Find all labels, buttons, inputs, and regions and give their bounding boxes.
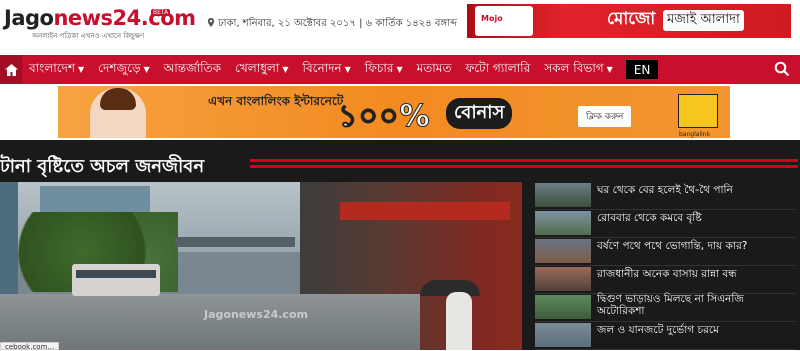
nav-item-feature[interactable]: ফিচার ▼ — [358, 55, 410, 84]
chevron-down-icon: ▼ — [396, 65, 403, 74]
headline-divider — [250, 165, 798, 168]
location-pin-icon — [207, 18, 215, 27]
logo-tagline: অনলাইন পত্রিকা এখনও এখানে কিছুক্ষণ — [32, 32, 145, 40]
chevron-down-icon: ▼ — [344, 65, 351, 74]
nav-item-sports[interactable]: খেলাধুলা ▼ — [228, 55, 295, 84]
list-item[interactable]: বর্ষণে পথে পথে ভোগান্তি, দায় কার? — [535, 238, 795, 266]
news-title: বর্ষণে পথে পথে ভোগান্তি, দায় কার? — [597, 240, 748, 252]
home-icon — [4, 63, 18, 76]
chevron-down-icon: ▼ — [77, 65, 85, 74]
logo-beta-badge: BETA — [151, 9, 171, 16]
bottle-image: Mojo — [475, 6, 533, 36]
chevron-down-icon: ▼ — [606, 65, 613, 74]
news-title: রোববার থেকে কমবে বৃষ্টি — [597, 212, 702, 224]
ad-slogan-text: মজাই আলাদা — [663, 10, 744, 31]
bus-image — [72, 264, 160, 296]
news-thumbnail — [535, 323, 591, 347]
logo-jago: Jago — [4, 6, 54, 30]
list-item[interactable]: রাজধানীর অনেক বাসায় রান্না বন্ধ — [535, 266, 795, 294]
news-thumbnail — [535, 239, 591, 263]
news-title: রাজধানীর অনেক বাসায় রান্না বন্ধ — [597, 268, 737, 280]
list-item[interactable]: দ্বিগুণ ভাড়ায়ও মিলছে না সিএনজি অটোরিকশ… — [535, 293, 795, 322]
main-nav: বাংলাদেশ ▼ দেশজুড়ে ▼ আন্তর্জাতিক খেলাধুলা… — [0, 55, 800, 84]
site-logo[interactable]: Jagonews24.com BETA অনলাইন পত্রিকা এখনও … — [4, 6, 196, 40]
list-item[interactable]: রোববার থেকে কমবে বৃষ্টি — [535, 210, 795, 238]
search-icon[interactable] — [774, 61, 790, 77]
lead-photo[interactable]: Jagonews24.com — [0, 182, 522, 350]
banglalink-logo: banglalink — [678, 94, 718, 138]
dateline: ঢাকা, শনিবার, ২১ অক্টোবর ২০১৭ | ৬ কার্তি… — [207, 16, 457, 33]
chevron-down-icon: ▼ — [143, 65, 150, 74]
ad-percent: ১০০% — [338, 99, 431, 135]
nav-item-opinion[interactable]: মতামত — [410, 55, 459, 84]
nav-item-international[interactable]: আন্তর্জাতিক — [157, 55, 228, 84]
date-text: ঢাকা, শনিবার, ২১ অক্টোবর ২০১৭ | ৬ কার্তি… — [218, 18, 458, 29]
person-image — [446, 292, 472, 350]
news-title: দ্বিগুণ ভাড়ায়ও মিলছে না সিএনজি অটোরিকশ… — [597, 293, 744, 317]
ad-bonus: বোনাস — [446, 98, 513, 129]
nav-item-entertainment[interactable]: বিনোদন ▼ — [296, 55, 358, 84]
news-thumbnail — [535, 211, 591, 235]
nav-item-photo-gallery[interactable]: ফটো গ্যালারি — [458, 55, 537, 84]
ad-woman-image — [90, 88, 146, 138]
top-header: Jagonews24.com BETA অনলাইন পত্রিকা এখনও … — [0, 0, 800, 44]
list-item[interactable]: জল ও যানজটে দুর্ভোগ চরমে — [535, 322, 795, 350]
lead-headline[interactable]: টানা বৃষ্টিতে অচল জনজীবন — [0, 152, 204, 183]
photo-watermark: Jagonews24.com — [204, 308, 308, 321]
nav-item-deshjure[interactable]: দেশজুড়ে ▼ — [91, 55, 157, 84]
home-button[interactable] — [0, 55, 22, 84]
news-thumbnail — [535, 183, 591, 207]
headline-divider — [250, 159, 798, 162]
banglalink-ad-banner[interactable]: এখন বাংলালিংক ইন্টারনেটে ১০০% বোনাস ক্লি… — [58, 86, 730, 138]
ad-brand-text: মোজো — [607, 9, 656, 29]
news-thumbnail — [535, 267, 591, 291]
news-title: জল ও যানজটে দুর্ভোগ চরমে — [597, 324, 719, 336]
list-item[interactable]: ঘর থেকে বের হলেই থৈ-থৈ পানি — [535, 182, 795, 210]
language-en-button[interactable]: EN — [625, 60, 659, 79]
nav-item-bangladesh[interactable]: বাংলাদেশ ▼ — [22, 55, 91, 84]
ad-click-button[interactable]: ক্লিক করুন — [578, 106, 632, 127]
logo-news: news24.com — [53, 6, 196, 30]
browser-status-bar: cebook.com... — [0, 342, 60, 351]
nav-item-all-sections[interactable]: সকল বিভাগ ▼ — [537, 55, 620, 84]
news-title: ঘর থেকে বের হলেই থৈ-থৈ পানি — [597, 184, 733, 196]
news-thumbnail — [535, 295, 591, 319]
chevron-down-icon: ▼ — [282, 65, 289, 74]
top-ad-banner[interactable]: Mojo মোজো মজাই আলাদা — [467, 4, 791, 38]
side-news-list: ঘর থেকে বের হলেই থৈ-থৈ পানি রোববার থেকে … — [535, 182, 795, 350]
